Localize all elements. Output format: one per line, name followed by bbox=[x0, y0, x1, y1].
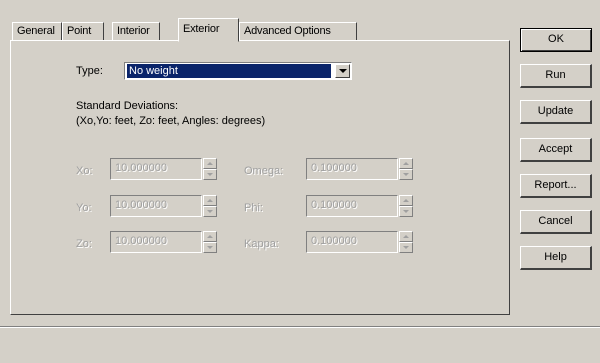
spin-up-icon[interactable] bbox=[203, 158, 217, 169]
update-button[interactable]: Update bbox=[520, 100, 592, 124]
kappa-field[interactable]: 0.100000 bbox=[306, 231, 398, 253]
report-button[interactable]: Report... bbox=[520, 174, 592, 198]
spin-down-icon[interactable] bbox=[203, 169, 217, 180]
xo-field[interactable]: 10.000000 bbox=[110, 158, 202, 180]
type-select[interactable]: No weight bbox=[124, 62, 352, 80]
ok-button[interactable]: OK bbox=[520, 28, 592, 52]
dialog-window: General Point Interior Exterior Advanced… bbox=[0, 0, 600, 362]
spin-down-icon[interactable] bbox=[399, 242, 413, 253]
xo-label: Xo: bbox=[76, 165, 93, 177]
tab-advanced-options[interactable]: Advanced Options bbox=[239, 22, 357, 40]
spin-down-icon[interactable] bbox=[203, 242, 217, 253]
yo-label: Yo: bbox=[76, 202, 92, 214]
tab-general[interactable]: General bbox=[12, 22, 62, 40]
tab-point[interactable]: Point bbox=[62, 22, 104, 40]
kappa-label: Kappa: bbox=[244, 238, 279, 250]
type-select-value: No weight bbox=[127, 64, 331, 78]
zo-label: Zo: bbox=[76, 238, 92, 250]
tab-exterior[interactable]: Exterior bbox=[178, 18, 239, 42]
spin-down-icon[interactable] bbox=[203, 206, 217, 217]
type-label: Type: bbox=[76, 65, 103, 77]
spin-up-icon[interactable] bbox=[399, 195, 413, 206]
phi-label: Phi: bbox=[244, 202, 263, 214]
phi-field[interactable]: 0.100000 bbox=[306, 195, 398, 217]
spin-up-icon[interactable] bbox=[399, 158, 413, 169]
spin-down-icon[interactable] bbox=[399, 206, 413, 217]
accept-button[interactable]: Accept bbox=[520, 138, 592, 162]
chevron-down-icon[interactable] bbox=[335, 64, 350, 78]
help-button[interactable]: Help bbox=[520, 246, 592, 270]
spin-down-icon[interactable] bbox=[399, 169, 413, 180]
std-dev-heading: Standard Deviations: bbox=[76, 100, 179, 112]
spin-up-icon[interactable] bbox=[399, 231, 413, 242]
cancel-button[interactable]: Cancel bbox=[520, 210, 592, 234]
tab-panel bbox=[10, 40, 510, 315]
spin-up-icon[interactable] bbox=[203, 231, 217, 242]
status-strip bbox=[0, 326, 600, 363]
omega-field[interactable]: 0.100000 bbox=[306, 158, 398, 180]
tab-interior[interactable]: Interior bbox=[112, 22, 160, 40]
run-button[interactable]: Run bbox=[520, 64, 592, 88]
omega-label: Omega: bbox=[244, 165, 284, 177]
spin-up-icon[interactable] bbox=[203, 195, 217, 206]
yo-field[interactable]: 10.000000 bbox=[110, 195, 202, 217]
std-dev-units: (Xo,Yo: feet, Zo: feet, Angles: degrees) bbox=[76, 115, 266, 127]
zo-field[interactable]: 10.000000 bbox=[110, 231, 202, 253]
